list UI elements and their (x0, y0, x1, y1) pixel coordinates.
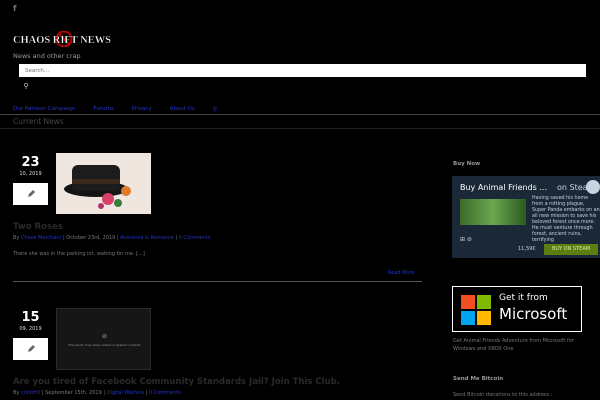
post-month-year: 09, 2019 (19, 326, 42, 332)
logo-text: CHAOS RIFT NEWS (13, 34, 111, 46)
nav-item-patreon[interactable]: Our Patreon Campaign (13, 106, 75, 113)
search-input[interactable] (19, 64, 586, 77)
post-month-year: 10, 2019 (19, 171, 42, 177)
post-author-link[interactable]: cnhbfr0 (21, 390, 40, 396)
steam-widget[interactable]: Buy Animal Friends ... on Steam ⊞ ⊘ Havi… (452, 176, 600, 258)
post-day: 23 (21, 155, 40, 170)
platform-icons: ⊞ ⊘ (460, 236, 472, 243)
post-divider (13, 281, 422, 282)
post-date: September 15th, 2019 (45, 390, 102, 396)
post-title[interactable]: Two Roses (13, 222, 63, 232)
pen-icon (27, 345, 35, 352)
sidebar-bitcoin-title: Send Me Bitcoin (453, 376, 504, 382)
site-logo[interactable]: CHAOS RIFT NEWS (13, 30, 111, 48)
pen-icon (27, 190, 35, 197)
search-button[interactable]: ⚲ (20, 81, 32, 91)
ms-caption: Get Animal Friends Adventure from Micros… (453, 338, 574, 352)
post-author-link[interactable]: Chaos Merchant (21, 235, 61, 241)
steam-game-title[interactable]: Buy Animal Friends ... (460, 183, 547, 192)
post-comments-link[interactable]: 0 Comments (149, 390, 181, 396)
meta-prefix: By (13, 390, 20, 396)
search-icon: ⚲ (23, 82, 29, 90)
post-date-badge: 15 09, 2019 (13, 311, 48, 332)
post-thumbnail[interactable] (56, 153, 151, 214)
nav-item-about[interactable]: About Us (170, 106, 195, 113)
steam-game-image[interactable] (460, 199, 526, 225)
nav-search-icon[interactable]: ⚲ (213, 106, 217, 113)
post-meta: By Chaos Merchant | October 23rd, 2019 |… (13, 235, 211, 241)
post-date-badge: 23 10, 2019 (13, 156, 48, 177)
bitcoin-text: Send Bitcoin donations to this address : (453, 392, 553, 398)
nav-divider (0, 114, 600, 115)
nav-item-privacy[interactable]: Privacy (132, 106, 152, 113)
meta-prefix: By (13, 235, 20, 241)
section-divider (0, 128, 600, 129)
post-category-link[interactable]: Digital Warfare (107, 390, 144, 396)
buy-on-steam-button[interactable]: BUY ON STEAM (544, 244, 598, 255)
eye-slash-icon: ⊘ (101, 333, 108, 340)
nav-item-forums[interactable]: Forums (93, 106, 113, 113)
post-excerpt: There she was in the parking lot, waitin… (13, 251, 145, 257)
post-meta: By cnhbfr0 | September 15th, 2019 | Digi… (13, 390, 181, 396)
microsoft-logo-icon (461, 295, 491, 325)
read-more-link[interactable]: Read More (388, 270, 415, 276)
steam-price: 11,59€ (518, 246, 536, 252)
post-format-button[interactable] (13, 338, 48, 360)
section-title: Current News (13, 117, 64, 126)
steam-logo-icon (586, 180, 600, 194)
post-format-button[interactable] (13, 183, 48, 205)
post-date: October 23rd, 2019 (66, 235, 116, 241)
post-thumbnail[interactable]: ⊘ This photo may show violent or graphic… (56, 308, 151, 370)
post-category-link[interactable]: Romance & Romance (120, 235, 174, 241)
post-title[interactable]: Are you tired of Facebook Community Stan… (13, 377, 340, 387)
site-tagline: News and other crap (13, 52, 81, 60)
thumb-warning: This photo may show violent or graphic c… (68, 343, 141, 347)
post-day: 15 (21, 310, 40, 325)
post-comments-link[interactable]: 0 Comments (179, 235, 211, 241)
ms-get-it-label: Get it from (499, 293, 548, 303)
facebook-icon[interactable]: f (13, 4, 16, 13)
steam-description: Having saved his home from a rotting pla… (532, 196, 600, 243)
sidebar-buy-now-title: Buy Now (453, 161, 481, 167)
ms-brand-label: Microsoft (499, 305, 568, 323)
microsoft-store-badge[interactable]: Get it from Microsoft (452, 286, 582, 332)
main-nav: Our Patreon Campaign Forums Privacy Abou… (13, 106, 217, 113)
